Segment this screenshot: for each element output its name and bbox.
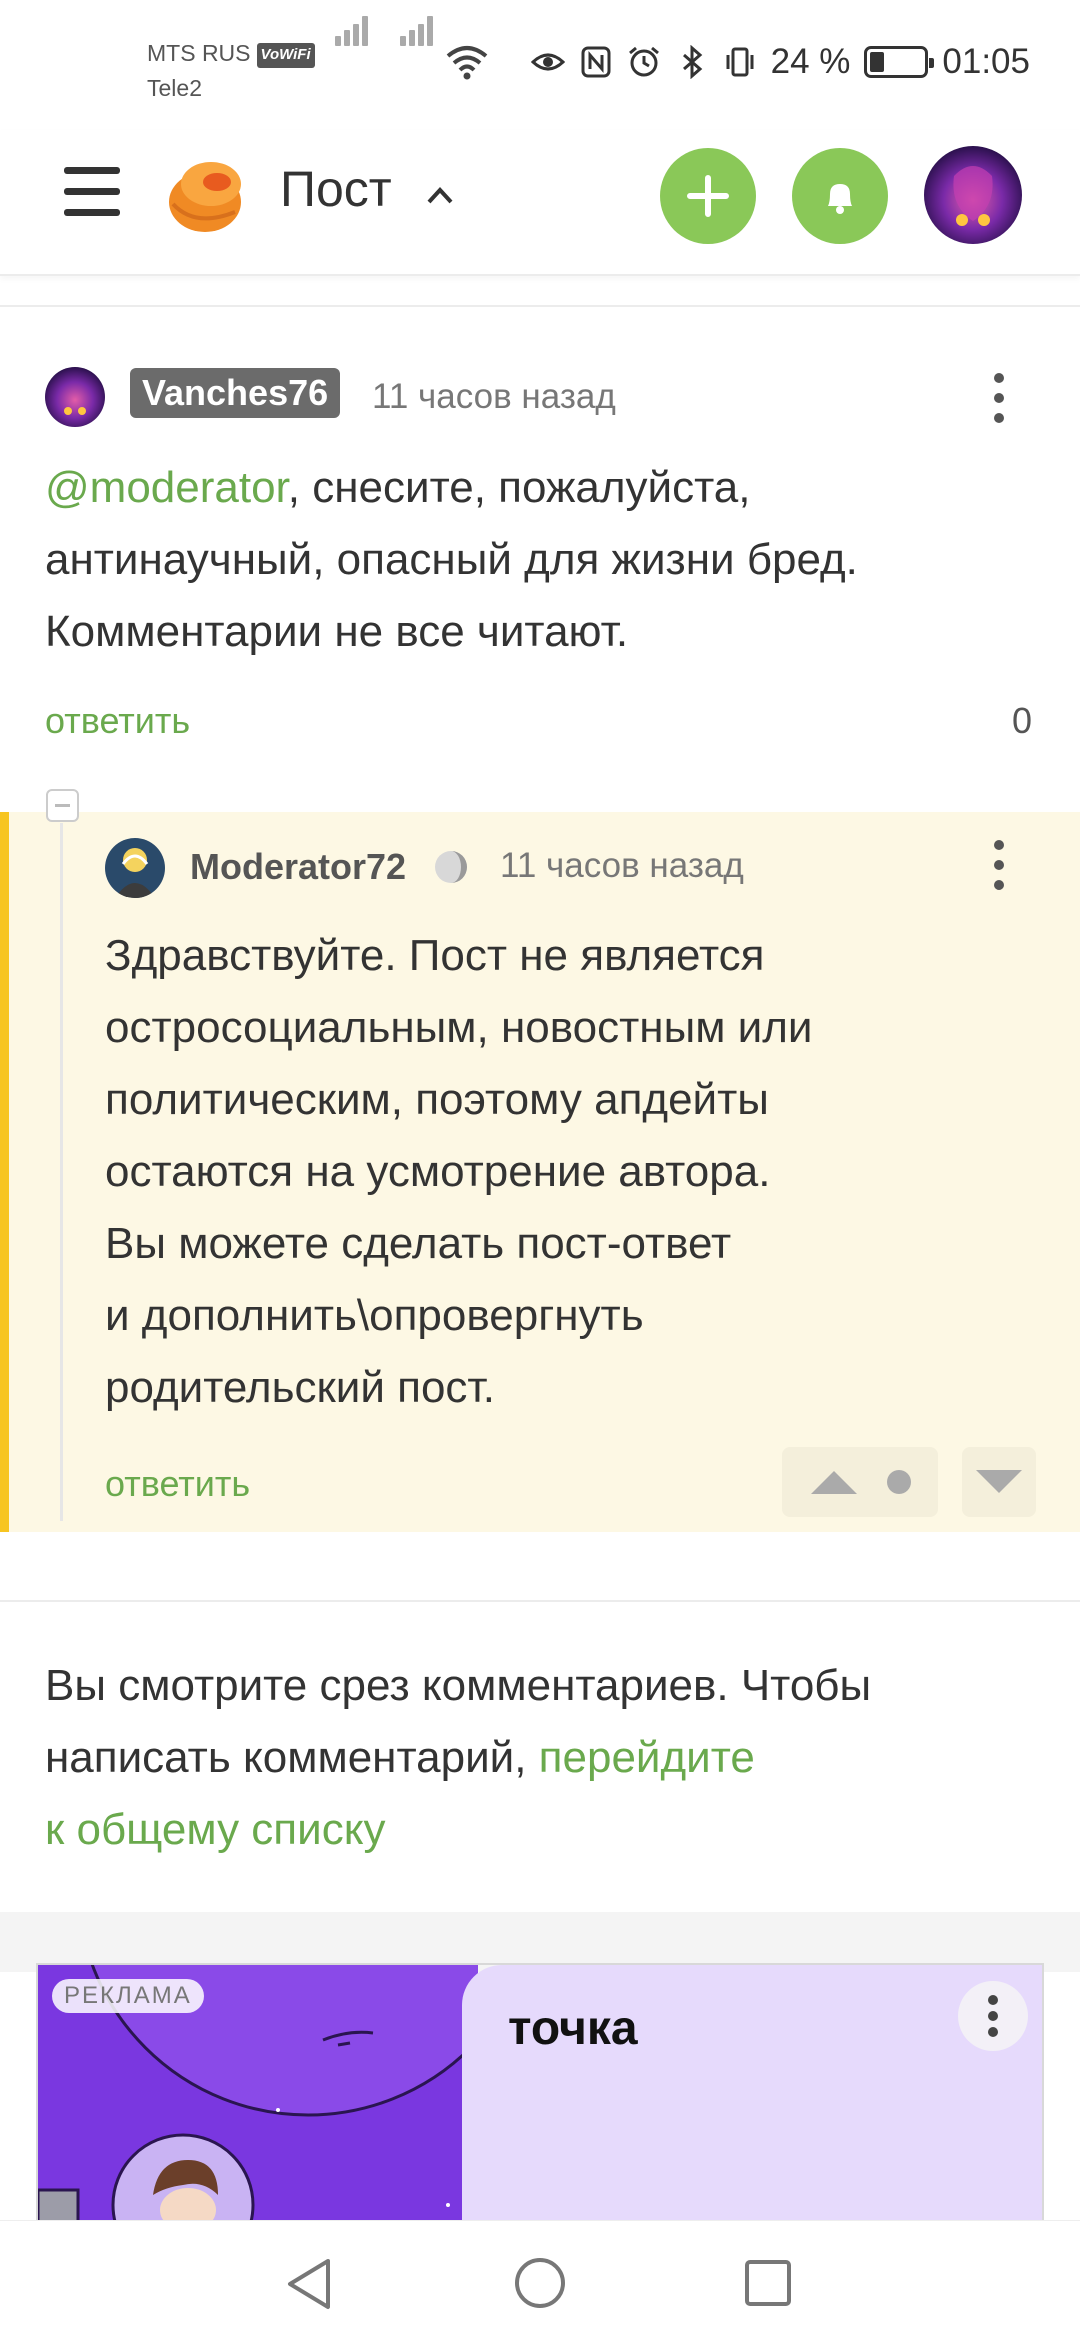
downvote-icon[interactable] <box>973 1467 1025 1497</box>
go-to-all-comments-link[interactable]: перейдите <box>539 1733 755 1782</box>
more-options-icon[interactable] <box>989 835 1009 895</box>
alarm-icon <box>628 46 659 77</box>
notice-line: Вы смотрите срез комментариев. Чтобы <box>45 1661 872 1710</box>
vowifi-badge: VoWiFi <box>256 43 315 68</box>
comment-score: 0 <box>1012 700 1033 741</box>
status-bar: MTS RUS VoWiFi Tele2 24 % 01:05 <box>0 0 1080 130</box>
home-icon[interactable] <box>514 2257 566 2309</box>
moderator-username[interactable]: Moderator72 <box>190 846 406 888</box>
app-header: Пост <box>0 130 1080 276</box>
reply-button[interactable]: ответить <box>105 1463 250 1505</box>
battery-percent: 24 % <box>770 42 851 81</box>
comment-line: Вы можете сделать пост-ответ <box>105 1219 732 1268</box>
upvote-icon[interactable] <box>808 1467 860 1497</box>
ad-banner[interactable]: РЕКЛАМА точка <box>36 1963 1044 2223</box>
mention-link[interactable]: @moderator <box>45 463 288 512</box>
comment-line: антинаучный, опасный для жизни бред. <box>45 535 858 584</box>
divider <box>0 305 1080 307</box>
moderator-avatar[interactable] <box>105 838 165 898</box>
recents-icon[interactable] <box>744 2259 792 2307</box>
eye-icon <box>530 53 565 71</box>
go-to-all-comments-link[interactable]: к общему списку <box>45 1794 1045 1866</box>
system-nav-bar <box>0 2220 1080 2340</box>
moderator-highlight-bar <box>0 812 9 1532</box>
comment-line: и дополнить\опровергнуть <box>105 1291 644 1340</box>
divider <box>0 1600 1080 1602</box>
plus-icon <box>687 175 729 217</box>
comment-text: @moderator, снесите, пожалуйста, антинау… <box>45 452 1045 668</box>
clock: 01:05 <box>942 42 1030 81</box>
comment-line: Здравствуйте. Пост не является <box>105 931 765 980</box>
comment-line: остаются на усмотрение автора. <box>105 1147 771 1196</box>
carrier-2: Tele2 <box>147 74 202 101</box>
collapse-thread-icon[interactable] <box>46 789 79 822</box>
comment-username[interactable]: Vanches76 <box>130 368 341 418</box>
thread-line[interactable] <box>60 823 63 1521</box>
rating-dot-icon <box>887 1470 911 1494</box>
user-avatar[interactable] <box>924 146 1022 244</box>
reply-button[interactable]: ответить <box>45 700 190 742</box>
carrier-info: MTS RUS VoWiFi Tele2 <box>147 36 315 105</box>
carrier-1: MTS RUS <box>147 40 251 66</box>
comment-line: остросоциальным, новостным или <box>105 1003 813 1052</box>
wifi-icon <box>446 46 488 80</box>
notifications-button[interactable] <box>792 148 888 244</box>
ad-more-options-icon[interactable] <box>958 1981 1028 2051</box>
moderator-badge-icon <box>435 851 467 883</box>
pikabu-logo-icon[interactable] <box>165 152 249 236</box>
vote-down-group <box>962 1447 1036 1517</box>
comments-slice-notice: Вы смотрите срез комментариев. Чтобы нап… <box>45 1650 1045 1866</box>
chevron-up-icon[interactable] <box>425 180 455 210</box>
nfc-icon <box>581 46 611 78</box>
notice-line: написать комментарий, <box>45 1733 539 1782</box>
battery-icon <box>864 46 935 78</box>
vote-up-group <box>782 1447 938 1517</box>
bell-icon <box>828 184 852 214</box>
back-icon[interactable] <box>284 2257 334 2311</box>
moderator-comment-time[interactable]: 11 часов назад <box>500 846 744 886</box>
ad-label: РЕКЛАМА <box>52 1979 204 2013</box>
bluetooth-icon <box>682 45 702 79</box>
menu-icon[interactable] <box>64 164 120 220</box>
page-title[interactable]: Пост <box>280 160 392 218</box>
ad-brand[interactable]: точка <box>508 2001 638 2056</box>
moderator-comment-text: Здравствуйте. Пост не является остросоци… <box>105 920 1045 1424</box>
comment-time[interactable]: 11 часов назад <box>372 377 616 417</box>
vibrate-icon <box>726 47 754 77</box>
status-right: 24 % 01:05 <box>530 42 1030 82</box>
more-options-icon[interactable] <box>989 368 1009 428</box>
add-post-button[interactable] <box>660 148 756 244</box>
comment-line: , снесите, пожалуйста, <box>287 463 751 512</box>
comment-avatar[interactable] <box>45 367 105 427</box>
comment-line: Комментарии не все читают. <box>45 607 629 656</box>
comment-line: политическим, поэтому апдейты <box>105 1075 769 1124</box>
comment-line: родительский пост. <box>105 1363 495 1412</box>
